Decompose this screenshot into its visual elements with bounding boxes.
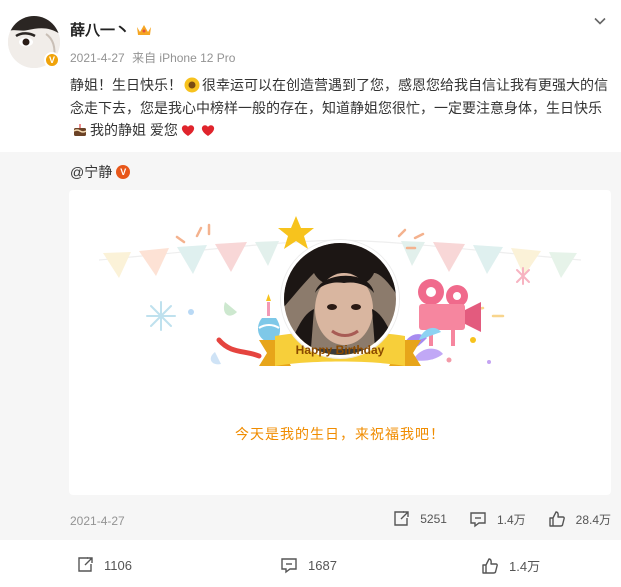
comment-icon	[470, 512, 486, 528]
post-meta: 2021-4-27 来自 iPhone 12 Pro	[70, 49, 235, 66]
post-text-part1: 静姐！生日快乐！	[70, 77, 182, 93]
retweet-repost-count: 5251	[420, 512, 447, 526]
cake-icon	[73, 124, 87, 136]
repost-count: 1106	[104, 557, 132, 573]
post-text: 静姐！生日快乐！ 很幸运可以在创造营遇到了您，感恩您给我自信让我有更强大的信念走下…	[70, 74, 610, 142]
card-caption: 今天是我的生日，来祝福我吧！	[235, 426, 445, 442]
post-source: 来自 iPhone 12 Pro	[132, 51, 236, 65]
comment-button[interactable]: 1687	[280, 556, 337, 574]
comment-count: 1687	[308, 557, 337, 573]
thumbs-up-icon	[548, 511, 565, 527]
retweet-date[interactable]: 2021-4-27	[70, 514, 125, 528]
author-name[interactable]: 薛八一丶	[70, 19, 130, 40]
like-button[interactable]: 1.4万	[481, 556, 540, 575]
retweet-author[interactable]: @宁静	[70, 162, 112, 182]
retweet-like-count: 28.4万	[575, 512, 611, 527]
author-row: 薛八一丶	[70, 19, 152, 40]
like-count: 1.4万	[509, 559, 541, 574]
repost-icon	[78, 557, 93, 572]
weibo-post: V 薛八一丶 2021-4-27 来自 iPhone 12 Pro 静姐！生日快…	[0, 0, 621, 587]
comment-icon	[281, 558, 297, 574]
heart-icon	[201, 125, 215, 136]
post-text-part3: 我的静姐 爱您	[90, 122, 178, 138]
retweet-author-row: @宁静 V	[70, 162, 131, 182]
repost-icon	[394, 511, 409, 526]
birthday-photo	[281, 240, 399, 358]
post-date[interactable]: 2021-4-27	[70, 51, 125, 65]
birthday-card[interactable]: Happy Birthday 今天是我的生日，来祝福我吧！	[69, 190, 611, 495]
thumbs-up-icon	[482, 557, 498, 574]
chevron-down-icon[interactable]	[593, 14, 607, 28]
verified-icon: V	[44, 52, 60, 68]
sunflower-icon	[184, 77, 200, 93]
birthday-banner: Happy Birthday	[295, 343, 385, 357]
retweet-comment-button[interactable]: 1.4万	[469, 510, 526, 528]
portrait-image	[284, 243, 396, 355]
verified-icon: V	[116, 165, 131, 179]
retweet-actions: 5251 1.4万 28.4万	[392, 510, 611, 528]
post-action-bar: 1106 1687 1.4万	[0, 548, 621, 587]
crown-icon	[137, 24, 152, 35]
retweet-repost-button[interactable]: 5251	[392, 510, 447, 528]
retweet-comment-count: 1.4万	[496, 512, 526, 527]
heart-icon	[181, 125, 195, 136]
retweet-like-button[interactable]: 28.4万	[548, 510, 611, 528]
repost-button[interactable]: 1106	[76, 556, 132, 574]
